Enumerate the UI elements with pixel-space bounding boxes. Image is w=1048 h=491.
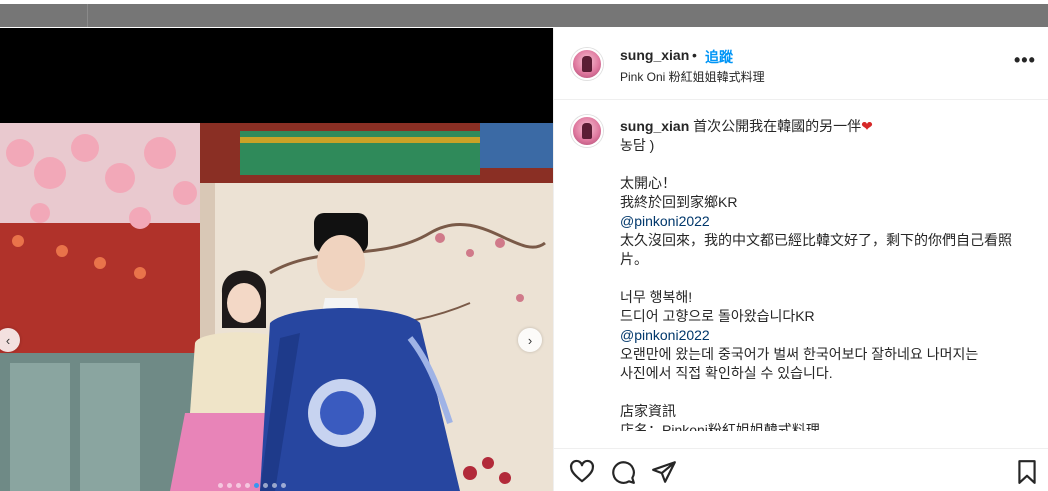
caption-line: 농담 ) bbox=[620, 137, 655, 153]
post-details-panel: sung_xian • 追蹤 Pink Oni 粉紅姐姐韓式料理 ••• sun… bbox=[553, 28, 1048, 491]
share-icon bbox=[652, 461, 676, 483]
mention-link[interactable]: @pinkoni2022 bbox=[620, 326, 1020, 345]
chevron-right-icon: › bbox=[527, 332, 533, 348]
top-strip bbox=[0, 4, 1048, 27]
carousel-indicator bbox=[218, 483, 286, 488]
carousel-dot bbox=[272, 483, 277, 488]
carousel-dot bbox=[245, 483, 250, 488]
caption-area: sung_xian 首次公開我在韓國的另一伴❤ 농담 ) 太開心！ 我終於回到家鄉K… bbox=[554, 101, 1048, 431]
top-divider bbox=[87, 4, 88, 27]
caption-avatar[interactable] bbox=[571, 115, 603, 147]
caption-line: 사진에서 직접 확인하실 수 있습니다. bbox=[620, 365, 833, 381]
follow-button[interactable]: 追蹤 bbox=[705, 47, 733, 67]
separator-dot: • bbox=[692, 47, 697, 63]
chevron-left-icon: ‹ bbox=[5, 332, 11, 348]
caption-line bbox=[620, 269, 1020, 288]
caption-line: 드디어 고향으로 돌아왔습니다KR bbox=[620, 308, 815, 324]
mention-link[interactable]: @pinkoni2022 bbox=[620, 212, 1020, 231]
carousel-dot bbox=[254, 483, 259, 488]
caption-line: 片。 bbox=[620, 251, 648, 267]
caption-line: 太開心！ bbox=[620, 175, 676, 191]
caption-line bbox=[620, 383, 1020, 402]
caption-first-line: sung_xian 首次公開我在韓國的另一伴❤ bbox=[620, 117, 1020, 136]
caption-first-text: 首次公開我在韓國的另一伴 bbox=[693, 118, 862, 134]
post-location[interactable]: Pink Oni 粉紅姐姐韓式料理 bbox=[620, 68, 765, 85]
caption-line: 店家資訊 bbox=[620, 403, 676, 419]
post-header: sung_xian • 追蹤 Pink Oni 粉紅姐姐韓式料理 ••• bbox=[554, 28, 1048, 100]
caption-line: 店名：Pinkoni粉紅姐姐韓式料理 bbox=[620, 422, 820, 431]
avatar[interactable] bbox=[571, 48, 603, 80]
carousel-dot bbox=[263, 483, 268, 488]
bookmark-icon bbox=[1018, 460, 1036, 484]
caption-line: 너무 행복해! bbox=[620, 289, 693, 305]
heart-emoji-icon: ❤ bbox=[861, 118, 873, 134]
heart-icon bbox=[570, 459, 594, 483]
more-horizontal-icon[interactable]: ••• bbox=[1014, 50, 1036, 71]
post-photo bbox=[0, 123, 553, 491]
comment-icon bbox=[612, 461, 635, 484]
browser-top-bar bbox=[0, 0, 1048, 27]
caption-line bbox=[620, 155, 1020, 174]
carousel-dot bbox=[281, 483, 286, 488]
photo-illustration bbox=[0, 123, 553, 491]
caption-line: 太久沒回來，我的中文都已經比韓文好了，剩下的你們自己看照 bbox=[620, 232, 1012, 248]
caption-line: 我終於回到家鄉KR bbox=[620, 194, 738, 210]
like-button[interactable] bbox=[569, 459, 595, 485]
carousel-dot bbox=[218, 483, 223, 488]
share-button[interactable] bbox=[651, 459, 677, 485]
save-button[interactable] bbox=[1014, 459, 1040, 485]
caption-text: sung_xian 首次公開我在韓國的另一伴❤ 농담 ) 太開心！ 我終於回到家鄉K… bbox=[620, 117, 1020, 431]
post-actions-bar bbox=[554, 448, 1048, 491]
carousel-dot bbox=[227, 483, 232, 488]
post-media: ‹ › bbox=[0, 28, 553, 491]
carousel-next-button[interactable]: › bbox=[518, 328, 542, 352]
caption-line: 오랜만에 왔는데 중국어가 벌써 한국어보다 잘하네요 나머지는 bbox=[620, 346, 979, 362]
caption-username[interactable]: sung_xian bbox=[620, 118, 689, 134]
post-author-username[interactable]: sung_xian bbox=[620, 47, 689, 63]
carousel-dot bbox=[236, 483, 241, 488]
comment-button[interactable] bbox=[610, 459, 636, 485]
